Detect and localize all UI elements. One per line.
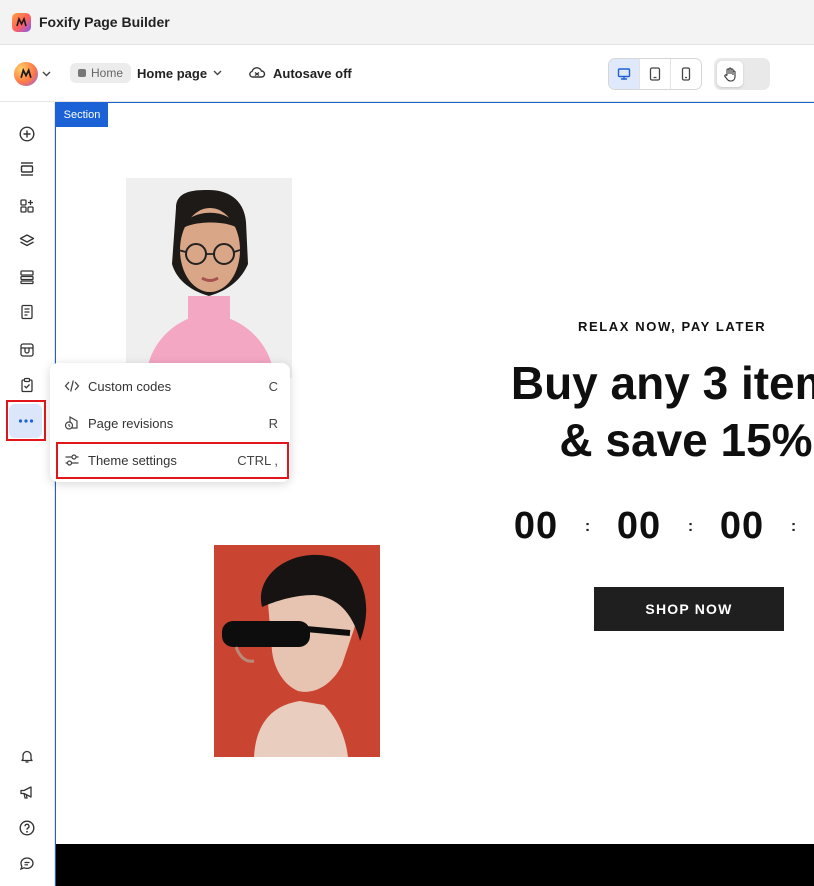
highlight-box-more-button bbox=[6, 400, 46, 441]
tablet-icon bbox=[649, 67, 661, 81]
model-photo-sunglasses[interactable] bbox=[214, 545, 380, 757]
app-logo-icon bbox=[12, 12, 31, 32]
section-tag[interactable]: Section bbox=[56, 103, 108, 127]
desktop-icon bbox=[617, 68, 631, 80]
apps-icon[interactable] bbox=[18, 197, 36, 215]
countdown-hours: 00 bbox=[616, 505, 662, 547]
desktop-view-button[interactable] bbox=[609, 59, 640, 89]
model-photo-glasses[interactable] bbox=[126, 178, 292, 378]
menu-item-label: Custom codes bbox=[88, 378, 172, 394]
help-icon[interactable] bbox=[18, 819, 36, 837]
promo-headline[interactable]: Buy any 3 items & save 15% bbox=[476, 355, 814, 469]
templates-icon[interactable] bbox=[18, 268, 36, 286]
countdown-days: 00 bbox=[513, 505, 559, 547]
chevron-down-icon bbox=[213, 68, 222, 79]
megaphone-icon[interactable] bbox=[18, 783, 36, 801]
top-toolbar: Home Home page Autosave off bbox=[0, 46, 814, 102]
mobile-view-button[interactable] bbox=[671, 59, 701, 89]
countdown-separator: : bbox=[790, 517, 797, 535]
menu-item-shortcut: R bbox=[268, 415, 278, 431]
menu-item-custom-codes[interactable]: Custom codes C bbox=[50, 368, 290, 404]
autosave-label: Autosave off bbox=[273, 66, 352, 81]
tasks-icon[interactable] bbox=[18, 376, 36, 394]
breadcrumb-home-label: Home bbox=[91, 66, 124, 80]
cloud-off-icon bbox=[248, 65, 266, 82]
hand-tool-toggle[interactable] bbox=[714, 58, 770, 90]
menu-item-shortcut: C bbox=[268, 378, 278, 394]
left-sidebar bbox=[0, 103, 55, 886]
page-canvas[interactable]: Section RELAX NOW, PAY LATER Buy any 3 i… bbox=[55, 102, 814, 886]
headline-line-1: Buy any 3 items bbox=[510, 357, 814, 409]
layers-icon[interactable] bbox=[18, 232, 36, 250]
countdown-minutes: 00 bbox=[719, 505, 765, 547]
breadcrumb-home[interactable]: Home bbox=[70, 63, 132, 83]
brand-menu-button[interactable] bbox=[14, 62, 51, 86]
page-selector[interactable]: Home Home page bbox=[70, 63, 222, 83]
window-titlebar: Foxify Page Builder bbox=[0, 0, 814, 45]
shop-now-button[interactable]: SHOP NOW bbox=[594, 587, 784, 631]
revisions-icon bbox=[64, 415, 80, 431]
sections-icon[interactable] bbox=[18, 160, 36, 178]
menu-item-label: Page revisions bbox=[88, 415, 174, 431]
add-icon[interactable] bbox=[18, 125, 36, 143]
app-title: Foxify Page Builder bbox=[39, 14, 170, 30]
chat-icon[interactable] bbox=[18, 855, 36, 873]
promo-eyebrow[interactable]: RELAX NOW, PAY LATER bbox=[578, 319, 766, 334]
tablet-view-button[interactable] bbox=[640, 59, 671, 89]
home-square-icon bbox=[78, 69, 86, 77]
brand-logo-icon bbox=[14, 62, 38, 86]
bell-icon[interactable] bbox=[18, 747, 36, 765]
menu-item-page-revisions[interactable]: Page revisions R bbox=[50, 405, 290, 441]
countdown-separator: : bbox=[584, 517, 591, 535]
store-icon[interactable] bbox=[18, 341, 36, 359]
device-switcher bbox=[608, 58, 702, 90]
headline-line-2: & save 15% bbox=[559, 414, 813, 466]
countdown-separator: : bbox=[687, 517, 694, 535]
page-name: Home page bbox=[137, 65, 208, 81]
footer-band[interactable] bbox=[56, 844, 814, 886]
countdown-timer[interactable]: 00 : 00 : 00 : 00 bbox=[504, 505, 814, 548]
pages-icon[interactable] bbox=[18, 303, 36, 321]
code-icon bbox=[64, 378, 80, 394]
chevron-down-icon bbox=[42, 69, 51, 80]
hand-icon bbox=[717, 61, 743, 87]
mobile-icon bbox=[681, 67, 691, 81]
autosave-toggle[interactable]: Autosave off bbox=[248, 65, 352, 82]
highlight-box-theme-settings bbox=[56, 442, 289, 479]
